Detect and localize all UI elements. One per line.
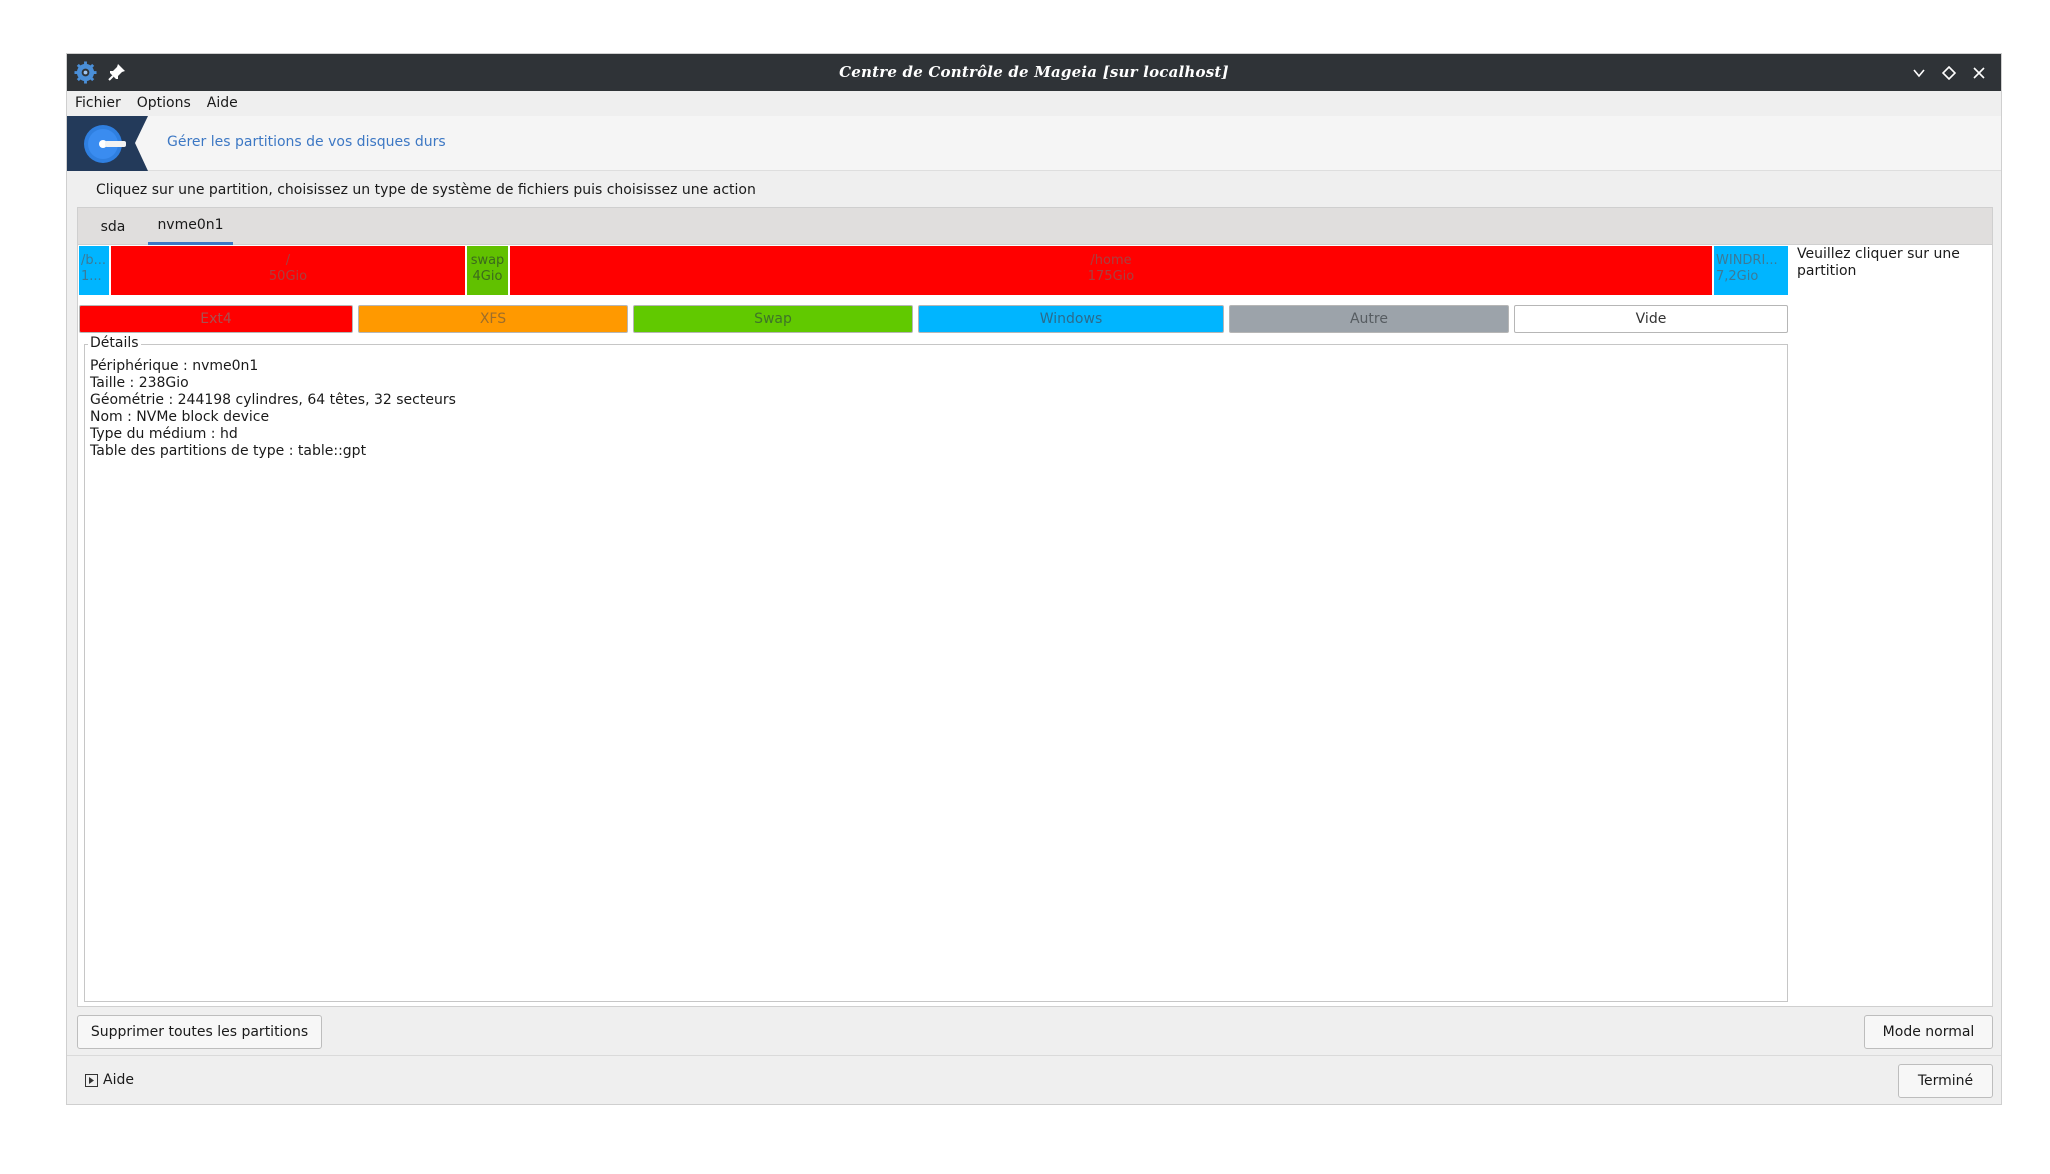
done-button[interactable]: Terminé <box>1898 1064 1993 1098</box>
legend-empty-button[interactable]: Vide <box>1514 305 1788 333</box>
detail-line: Type du médium : hd <box>90 426 238 442</box>
close-icon[interactable] <box>1967 61 1991 85</box>
title-bar: Centre de Contrôle de Mageia [sur localh… <box>67 54 2001 91</box>
detail-line: Géométrie : 244198 cylindres, 64 têtes, … <box>90 392 456 408</box>
menu-bar: Fichier Options Aide <box>67 91 2001 115</box>
detail-line: Table des partitions de type : table::gp… <box>90 443 367 459</box>
legend-xfs-button[interactable]: XFS <box>358 305 628 333</box>
partition-bar: /b... 1... / 50Gio swap 4Gio /home 175Gi… <box>79 246 1789 295</box>
separator <box>67 1055 2001 1056</box>
window-title: Centre de Contrôle de Mageia [sur localh… <box>839 63 1229 81</box>
maximize-icon[interactable] <box>1937 61 1961 85</box>
mageia-control-center-window: Centre de Contrôle de Mageia [sur localh… <box>66 53 2002 1105</box>
partition-root[interactable]: / 50Gio <box>111 246 465 295</box>
tab-bar: sda nvme0n1 <box>78 208 1992 245</box>
partition-label: / <box>285 253 291 268</box>
expand-arrow-icon <box>85 1073 98 1087</box>
partition-size: 1... <box>81 269 102 284</box>
disk-tabs-panel: sda nvme0n1 /b... 1... / 50Gio swap 4Gio… <box>77 207 1993 1007</box>
instruction-text: Cliquez sur une partition, choisissez un… <box>96 182 756 198</box>
details-frame: Détails Périphérique : nvme0n1 Taille : … <box>84 335 1788 1002</box>
menu-options[interactable]: Options <box>137 95 191 111</box>
partition-home[interactable]: /home 175Gio <box>510 246 1712 295</box>
legend-other-button[interactable]: Autre <box>1229 305 1509 333</box>
tab-nvme0n1[interactable]: nvme0n1 <box>148 208 233 245</box>
help-label: Aide <box>103 1072 134 1088</box>
partition-size: 175Gio <box>1087 269 1135 284</box>
normal-mode-button[interactable]: Mode normal <box>1864 1015 1993 1049</box>
menu-fichier[interactable]: Fichier <box>75 95 121 111</box>
delete-all-partitions-button[interactable]: Supprimer toutes les partitions <box>77 1015 322 1049</box>
harddisk-icon <box>67 116 148 171</box>
partition-boot[interactable]: /b... 1... <box>79 246 109 295</box>
details-text: Périphérique : nvme0n1 Taille : 238Gio G… <box>90 358 456 460</box>
partition-hint: Veuillez cliquer sur une partition <box>1797 246 1960 279</box>
menu-aide[interactable]: Aide <box>207 95 238 111</box>
detail-line: Nom : NVMe block device <box>90 409 270 425</box>
partition-label: swap <box>470 253 505 268</box>
detail-line: Périphérique : nvme0n1 <box>90 358 259 374</box>
partition-label: /b... <box>81 253 107 268</box>
partition-windrive[interactable]: WINDRI... 7,2Gio <box>1714 246 1788 295</box>
partition-swap[interactable]: swap 4Gio <box>467 246 508 295</box>
partition-size: 4Gio <box>472 269 503 284</box>
legend-ext4-button[interactable]: Ext4 <box>79 305 353 333</box>
partition-size: 7,2Gio <box>1716 269 1759 284</box>
page-header: Gérer les partitions de vos disques durs <box>67 116 2001 171</box>
partition-size: 50Gio <box>268 269 308 284</box>
minimize-icon[interactable] <box>1907 61 1931 85</box>
legend-windows-button[interactable]: Windows <box>918 305 1224 333</box>
help-toggle[interactable]: Aide <box>85 1072 134 1088</box>
page-subtitle: Gérer les partitions de vos disques durs <box>167 134 446 150</box>
partition-label: WINDRI... <box>1716 253 1778 268</box>
details-label: Détails <box>88 335 141 351</box>
detail-line: Taille : 238Gio <box>90 375 189 391</box>
legend-swap-button[interactable]: Swap <box>633 305 913 333</box>
tab-sda[interactable]: sda <box>88 208 138 245</box>
partition-label: /home <box>1090 253 1132 268</box>
